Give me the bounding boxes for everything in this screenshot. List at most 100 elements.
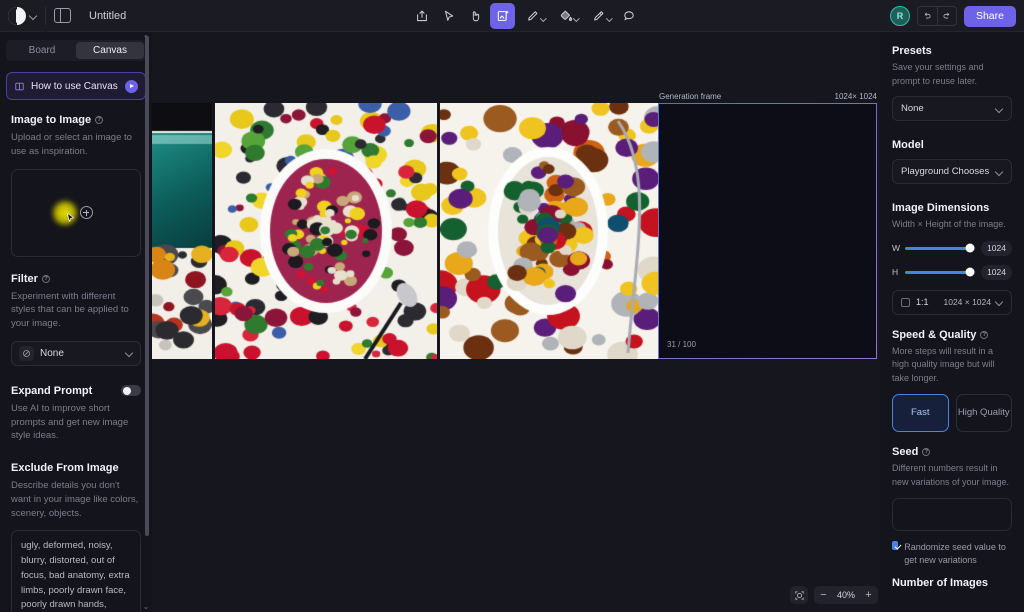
left-settings-panel: ⌃ ⌄ Board Canvas How to use Canvas Image… bbox=[0, 32, 152, 612]
zoom-controls: − 40% + bbox=[814, 586, 878, 604]
model-title: Model bbox=[892, 139, 1012, 151]
fruit-smoothie-bowl-image[interactable] bbox=[215, 103, 437, 359]
chevron-down-icon[interactable]: ⌄ bbox=[142, 602, 150, 610]
image-to-image-title: Image to Image ? bbox=[11, 114, 141, 126]
seed-input[interactable] bbox=[892, 498, 1012, 531]
playground-canvas-app: Untitled bbox=[0, 0, 1024, 612]
avatar[interactable]: R bbox=[890, 6, 910, 26]
book-icon bbox=[14, 81, 25, 92]
randomize-seed-checkbox[interactable] bbox=[892, 541, 898, 550]
undo-redo-group bbox=[917, 6, 957, 26]
generation-frame-icon[interactable] bbox=[490, 3, 515, 29]
number-of-images-title: Number of Images bbox=[892, 577, 1012, 589]
chevron-down-icon[interactable] bbox=[125, 349, 133, 357]
speed-quality-label: Speed & Quality bbox=[892, 329, 976, 341]
how-to-use-canvas-label: How to use Canvas bbox=[31, 81, 119, 92]
comment-bubble-icon[interactable] bbox=[616, 3, 641, 29]
info-icon[interactable]: ? bbox=[42, 275, 50, 283]
zoom-level-value[interactable]: 40% bbox=[833, 590, 859, 600]
width-label: W bbox=[892, 243, 899, 253]
generation-frame-label: Generation frame bbox=[659, 92, 721, 101]
filter-description: Experiment with different styles that ca… bbox=[11, 290, 141, 331]
how-to-use-canvas-button[interactable]: How to use Canvas bbox=[6, 72, 146, 100]
eraser-pen-icon[interactable] bbox=[583, 3, 614, 29]
filter-select[interactable]: None bbox=[11, 341, 141, 366]
chevron-down-icon[interactable] bbox=[607, 16, 613, 22]
paint-bucket-icon[interactable] bbox=[550, 3, 581, 29]
canvas-zoom-bar: − 40% + bbox=[790, 585, 878, 605]
info-icon[interactable]: ? bbox=[95, 116, 103, 124]
image-to-image-description: Upload or select an image to use as insp… bbox=[11, 131, 141, 159]
playground-logo-icon bbox=[8, 7, 26, 25]
chevron-down-icon[interactable] bbox=[541, 16, 547, 22]
seed-title: Seed ? bbox=[892, 446, 1012, 458]
info-icon[interactable]: ? bbox=[922, 448, 930, 456]
width-slider[interactable] bbox=[905, 247, 975, 250]
info-icon[interactable]: ? bbox=[980, 331, 988, 339]
share-button[interactable]: Share bbox=[964, 6, 1016, 27]
upload-export-icon[interactable] bbox=[409, 3, 434, 29]
speed-option-high-quality[interactable]: High Quality bbox=[956, 394, 1013, 432]
filter-label: Filter bbox=[11, 273, 38, 285]
randomize-seed-row[interactable]: Randomize seed value to get new variatio… bbox=[892, 541, 1012, 567]
gemstone-bowl-image[interactable] bbox=[440, 103, 662, 359]
exclude-from-image-title: Exclude From Image bbox=[11, 462, 141, 474]
sidebar-toggle-icon[interactable] bbox=[54, 8, 71, 23]
height-slider-knob[interactable] bbox=[966, 268, 975, 277]
zoom-out-button[interactable]: − bbox=[814, 586, 833, 604]
aspect-ratio-dimensions[interactable]: 1024 × 1024 bbox=[943, 297, 1003, 307]
plus-circle-icon[interactable] bbox=[80, 206, 93, 219]
zoom-in-button[interactable]: + bbox=[859, 586, 878, 604]
height-label: H bbox=[892, 267, 899, 277]
chevron-down-icon[interactable] bbox=[29, 12, 37, 20]
board-canvas-tabs: Board Canvas bbox=[6, 40, 146, 61]
height-slider-row: H 1024 bbox=[892, 265, 1012, 280]
width-slider-knob[interactable] bbox=[966, 244, 975, 253]
left-panel-scrollbar[interactable] bbox=[145, 36, 149, 536]
aspect-ratio-row[interactable]: 1:1 1024 × 1024 bbox=[892, 290, 1012, 315]
canvas-workspace[interactable]: Generation frame 1024× 1024 31 / 100 bbox=[152, 32, 880, 612]
play-icon[interactable] bbox=[125, 80, 138, 93]
model-select[interactable]: Playground Chooses bbox=[892, 159, 1012, 184]
image-upload-dropzone[interactable] bbox=[11, 169, 141, 257]
chevron-down-icon[interactable] bbox=[995, 298, 1003, 306]
document-title[interactable]: Untitled bbox=[89, 10, 126, 22]
speed-quality-title: Speed & Quality ? bbox=[892, 329, 1012, 341]
exclude-from-image-description: Describe details you don't want in your … bbox=[11, 479, 141, 520]
speed-option-fast[interactable]: Fast bbox=[892, 394, 949, 432]
height-slider-fill bbox=[905, 271, 970, 274]
chevron-down-icon[interactable] bbox=[995, 168, 1003, 176]
height-slider[interactable] bbox=[905, 271, 975, 274]
expand-prompt-toggle[interactable] bbox=[121, 385, 141, 396]
select-cursor-icon[interactable] bbox=[436, 3, 461, 29]
pencil-icon[interactable] bbox=[517, 3, 548, 29]
tab-canvas[interactable]: Canvas bbox=[76, 42, 144, 59]
brand-logo-group[interactable] bbox=[0, 7, 37, 25]
width-value[interactable]: 1024 bbox=[981, 241, 1012, 256]
hand-pan-icon[interactable] bbox=[463, 3, 488, 29]
height-value[interactable]: 1024 bbox=[981, 265, 1012, 280]
tab-board[interactable]: Board bbox=[8, 42, 76, 59]
width-slider-fill bbox=[905, 247, 970, 250]
generation-frame[interactable]: 31 / 100 bbox=[658, 103, 877, 359]
generation-progress: 31 / 100 bbox=[667, 340, 696, 349]
fit-to-screen-icon[interactable] bbox=[790, 586, 808, 604]
filter-title: Filter ? bbox=[11, 273, 141, 285]
top-right-controls: R Share bbox=[890, 4, 1016, 28]
presets-value: None bbox=[901, 103, 995, 114]
expand-prompt-description: Use AI to improve short prompts and get … bbox=[11, 402, 141, 443]
chevron-down-icon[interactable] bbox=[995, 105, 1003, 113]
presets-select[interactable]: None bbox=[892, 96, 1012, 121]
chevron-down-icon[interactable] bbox=[574, 16, 580, 22]
width-slider-row: W 1024 bbox=[892, 241, 1012, 256]
model-value: Playground Chooses bbox=[901, 166, 995, 177]
toolbar-divider bbox=[45, 7, 46, 25]
top-toolbar: Untitled bbox=[0, 0, 1024, 32]
undo-arrow-icon[interactable] bbox=[917, 6, 937, 26]
exclude-from-image-input[interactable]: ugly, deformed, noisy, blurry, distorted… bbox=[11, 530, 141, 612]
aspect-ratio-checkbox[interactable] bbox=[901, 298, 910, 307]
redo-arrow-icon[interactable] bbox=[937, 6, 957, 26]
expand-prompt-title: Expand Prompt bbox=[11, 385, 92, 397]
right-settings-panel: Presets Save your settings and prompt to… bbox=[880, 32, 1024, 612]
gemstone-crystals-image[interactable] bbox=[152, 103, 212, 359]
